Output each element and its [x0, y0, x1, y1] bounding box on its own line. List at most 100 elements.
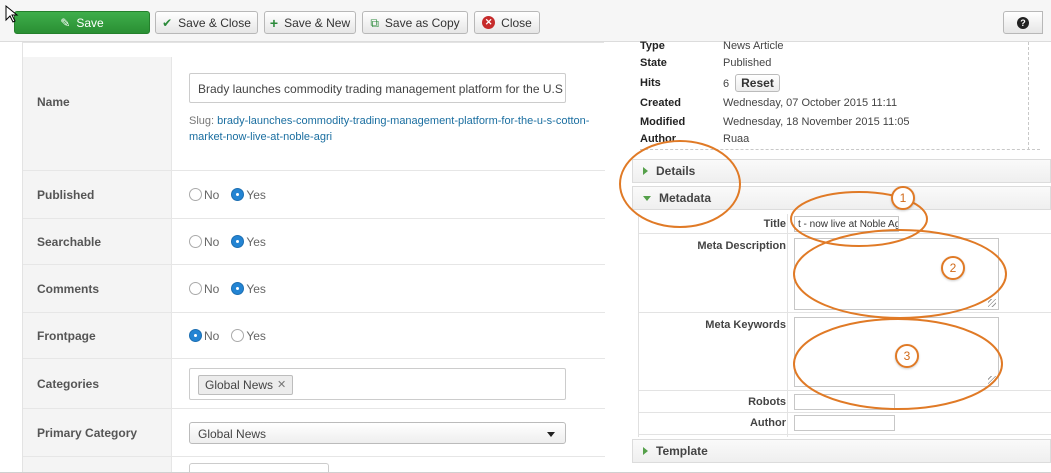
next-field-partial[interactable] [189, 463, 329, 472]
toolbar: ✎ Save ✔ Save & Close + Save & New ⧉ Sav… [0, 0, 1051, 42]
reset-hits-button[interactable]: Reset [735, 74, 780, 92]
meta-robots-label: Robots [748, 396, 786, 408]
state-label: State [640, 57, 667, 69]
radio-no[interactable] [189, 235, 202, 248]
yes-label: Yes [246, 234, 266, 249]
categories-label-cell: Categories [23, 359, 172, 408]
created-value: Wednesday, 07 October 2015 11:11 [723, 97, 898, 109]
chevron-right-icon [643, 167, 648, 175]
save-close-button[interactable]: ✔ Save & Close [155, 11, 258, 34]
yes-label: Yes [246, 281, 266, 296]
no-label: No [204, 328, 220, 343]
searchable-no-option[interactable]: No [189, 235, 219, 249]
info-separator [640, 149, 1040, 150]
hits-label: Hits [640, 77, 661, 89]
name-row: Name Brady launches commodity trading ma… [23, 57, 605, 171]
template-accordion[interactable]: Template [632, 439, 1051, 463]
slug-text: Slug: brady-launches-commodity-trading-m… [189, 113, 609, 145]
save-as-copy-button[interactable]: ⧉ Save as Copy [362, 11, 468, 34]
frontpage-radio-group: No Yes [189, 329, 278, 343]
meta-description-label: Meta Description [697, 240, 786, 252]
published-yes-option[interactable]: Yes [231, 188, 266, 202]
chevron-right-icon [643, 447, 648, 455]
next-row-label-cell [23, 457, 172, 472]
meta-keywords-row: Meta Keywords [639, 313, 1051, 391]
type-value: News Article [723, 40, 784, 52]
published-no-option[interactable]: No [189, 188, 219, 202]
save-close-label: Save & Close [178, 15, 251, 30]
frontpage-yes-option[interactable]: Yes [231, 329, 266, 343]
comments-label-cell: Comments [23, 265, 172, 312]
comments-radio-group: No Yes [189, 282, 278, 296]
primary-category-label-cell: Primary Category [23, 409, 172, 456]
meta-author-input[interactable] [794, 415, 895, 431]
searchable-yes-option[interactable]: Yes [231, 235, 266, 249]
hits-value-group: 6 Reset [723, 74, 780, 93]
step-1-badge: 1 [891, 186, 915, 210]
frontpage-no-option[interactable]: No [189, 329, 219, 343]
category-tag-label: Global News [205, 377, 274, 392]
next-row-partial [23, 457, 605, 472]
meta-robots-input[interactable] [794, 394, 895, 410]
yes-label: Yes [246, 187, 266, 202]
meta-author-label: Author [749, 417, 786, 429]
metadata-panel: Title t - now live at Noble Agri Meta De… [638, 214, 1051, 437]
help-button[interactable]: ? [1003, 11, 1043, 34]
remove-tag-icon[interactable]: ✕ [277, 378, 286, 391]
save-button[interactable]: ✎ Save [14, 11, 150, 34]
published-radio-group: No Yes [189, 188, 278, 202]
radio-yes-selected[interactable] [231, 235, 245, 248]
help-icon: ? [1017, 16, 1029, 29]
checkmark-icon: ✔ [162, 15, 173, 30]
published-label-cell: Published [23, 171, 172, 218]
searchable-label-cell: Searchable [23, 219, 172, 264]
metadata-accordion-label: Metadata [659, 191, 712, 205]
name-input[interactable]: Brady launches commodity trading managem… [189, 73, 566, 103]
comments-yes-option[interactable]: Yes [231, 282, 266, 296]
step-2-badge: 2 [941, 256, 965, 280]
details-accordion-label: Details [656, 164, 696, 178]
radio-no[interactable] [189, 282, 202, 295]
state-value: Published [723, 57, 772, 69]
hits-value: 6 [723, 78, 730, 90]
slug-value: brady-launches-commodity-trading-managem… [189, 115, 590, 143]
frontpage-label: Frontpage [37, 328, 96, 343]
plus-icon: + [269, 14, 279, 31]
copy-icon: ⧉ [370, 15, 379, 30]
close-button[interactable]: ✕ Close [474, 11, 540, 34]
author-label: Author [640, 133, 677, 145]
step-3-badge: 3 [895, 344, 919, 368]
radio-yes[interactable] [231, 329, 245, 342]
published-label: Published [37, 187, 95, 202]
edit-icon: ✎ [60, 15, 71, 30]
author-value: Ruaa [723, 133, 750, 145]
resize-grip-icon[interactable] [988, 376, 996, 384]
meta-description-row: Meta Description [639, 234, 1051, 313]
resize-grip-icon[interactable] [988, 299, 996, 307]
template-accordion-label: Template [656, 444, 708, 458]
no-label: No [204, 234, 220, 249]
radio-yes-selected[interactable] [231, 282, 245, 295]
radio-yes-selected[interactable] [231, 188, 245, 201]
categories-tag-input[interactable]: Global News ✕ [189, 367, 566, 400]
category-tag: Global News ✕ [198, 374, 294, 395]
meta-author-row: Author [639, 413, 1051, 435]
close-label: Close [501, 15, 532, 30]
radio-no[interactable] [189, 188, 202, 201]
frontpage-label-cell: Frontpage [23, 313, 172, 358]
primary-category-value: Global News [198, 426, 267, 441]
save-new-button[interactable]: + Save & New [264, 11, 356, 34]
published-row: Published No Yes [23, 171, 605, 219]
primary-category-select[interactable]: Global News [189, 421, 566, 444]
details-accordion[interactable]: Details [632, 159, 1051, 183]
meta-description-textarea[interactable] [794, 238, 999, 310]
no-label: No [204, 187, 220, 202]
radio-no-selected[interactable] [189, 329, 202, 342]
no-label: No [204, 281, 220, 296]
primary-category-label: Primary Category [37, 425, 138, 440]
comments-row: Comments No Yes [23, 265, 605, 313]
metadata-accordion[interactable]: Metadata [632, 186, 1051, 210]
meta-title-input[interactable]: t - now live at Noble Agri [794, 216, 899, 232]
searchable-label: Searchable [37, 234, 102, 249]
comments-no-option[interactable]: No [189, 282, 219, 296]
